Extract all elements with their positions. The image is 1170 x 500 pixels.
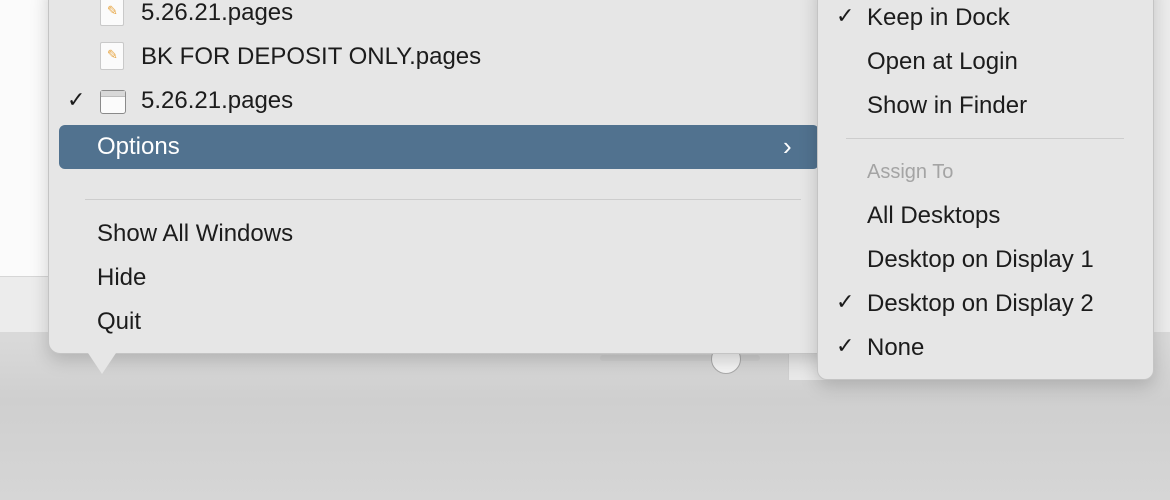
submenu-item-label: Show in Finder	[867, 92, 1028, 119]
menu-item-label: BK FOR DEPOSIT ONLY.pages	[141, 43, 482, 70]
submenu-item-open-at-login[interactable]: Open at Login	[867, 45, 1018, 79]
assign-to-header: Assign To	[867, 161, 954, 183]
menu-separator	[846, 138, 1124, 139]
menu-item-hide[interactable]: Hide	[97, 260, 146, 296]
checkmark-icon: ✓	[67, 87, 86, 112]
menu-item-document-1[interactable]: 5.26.21.pages	[141, 0, 293, 31]
dock-context-menu: ✎ 5.26.21.pages ✎ BK FOR DEPOSIT ONLY.pa…	[48, 0, 840, 354]
options-submenu: ✓ Keep in Dock Open at Login Show in Fin…	[817, 0, 1154, 380]
checkmark-icon: ✓	[836, 3, 855, 28]
pages-document-icon: ✎	[100, 42, 124, 70]
submenu-item-label: Open at Login	[867, 48, 1018, 75]
menu-item-document-3[interactable]: 5.26.21.pages	[141, 83, 293, 119]
menu-item-label: Options	[97, 133, 180, 160]
submenu-item-label: None	[867, 334, 925, 361]
menu-item-label: Show All Windows	[97, 220, 294, 247]
menu-item-label: 5.26.21.pages	[141, 87, 294, 114]
menu-item-options[interactable]: Options ›	[59, 125, 819, 169]
submenu-item-label: Desktop on Display 2	[867, 290, 1094, 317]
menu-separator	[85, 199, 801, 200]
submenu-item-label: Desktop on Display 1	[867, 246, 1094, 273]
submenu-item-all-desktops[interactable]: All Desktops	[867, 199, 1000, 233]
menu-item-quit[interactable]: Quit	[97, 304, 141, 340]
menu-item-label: Quit	[97, 308, 142, 335]
submenu-item-label: Keep in Dock	[867, 4, 1010, 31]
window-icon	[100, 90, 126, 114]
chevron-right-icon: ›	[783, 131, 792, 161]
submenu-item-desktop-display-2[interactable]: Desktop on Display 2	[867, 287, 1094, 321]
menu-item-document-2[interactable]: BK FOR DEPOSIT ONLY.pages	[141, 39, 481, 75]
menu-item-label: 5.26.21.pages	[141, 0, 294, 26]
submenu-item-label: All Desktops	[867, 202, 1001, 229]
checkmark-icon: ✓	[836, 289, 855, 314]
menu-item-label: Hide	[97, 264, 147, 291]
checkmark-icon: ✓	[836, 333, 855, 358]
submenu-item-show-in-finder[interactable]: Show in Finder	[867, 89, 1027, 123]
submenu-item-keep-in-dock[interactable]: Keep in Dock	[867, 1, 1010, 35]
submenu-item-desktop-display-1[interactable]: Desktop on Display 1	[867, 243, 1094, 277]
pages-document-icon: ✎	[100, 0, 124, 26]
submenu-item-none[interactable]: None	[867, 331, 924, 365]
menu-pointer-tail	[86, 350, 118, 374]
menu-item-show-all-windows[interactable]: Show All Windows	[97, 216, 293, 252]
